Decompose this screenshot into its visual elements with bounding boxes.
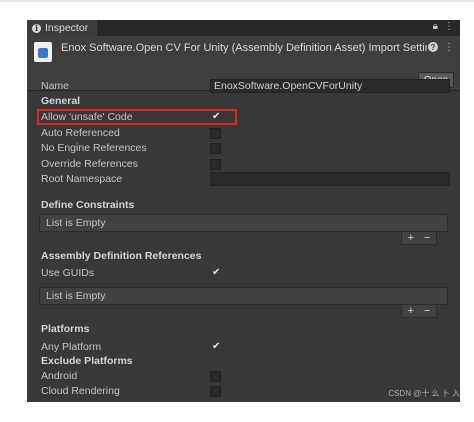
tab-inspector[interactable]: i Inspector <box>27 20 97 36</box>
top-edge <box>0 0 474 2</box>
name-label: Name <box>41 80 70 92</box>
no-engine-refs-checkbox[interactable] <box>210 143 221 154</box>
assembly-definition-icon <box>34 42 52 62</box>
exclude-platforms-heading: Exclude Platforms <box>41 355 133 367</box>
use-guids-label: Use GUIDs <box>41 267 95 279</box>
assembly-refs-controls: + − <box>401 305 437 318</box>
remove-icon[interactable]: − <box>424 232 430 244</box>
add-icon[interactable]: + <box>408 305 414 317</box>
define-constraints-list: List is Empty <box>39 214 448 232</box>
override-refs-label: Override References <box>41 158 138 170</box>
add-icon[interactable]: + <box>408 232 414 244</box>
inspector-panel: i Inspector 🔒︎ ⋮ Enox Software.Open CV F… <box>27 20 460 402</box>
cloud-rendering-label: Cloud Rendering <box>41 385 120 397</box>
platforms-heading: Platforms <box>41 323 90 335</box>
info-icon: i <box>32 23 41 33</box>
assembly-refs-heading: Assembly Definition References <box>41 250 202 262</box>
no-engine-refs-label: No Engine References <box>41 142 147 154</box>
any-platform-label: Any Platform <box>41 341 102 353</box>
remove-icon[interactable]: − <box>424 305 430 317</box>
android-checkbox[interactable] <box>210 371 221 382</box>
lock-icon[interactable]: 🔒︎ <box>433 21 438 32</box>
auto-referenced-checkbox[interactable] <box>210 128 221 139</box>
override-refs-checkbox[interactable] <box>210 159 221 170</box>
tab-label: Inspector <box>45 22 89 34</box>
name-field[interactable]: EnoxSoftware.OpenCVForUnity <box>210 79 450 93</box>
highlight-box <box>37 109 237 125</box>
use-guids-checkbox[interactable]: ✔ <box>212 267 220 279</box>
kebab-menu-icon[interactable]: ⋮ <box>444 21 454 32</box>
help-icon[interactable]: ? <box>428 42 438 52</box>
auto-referenced-label: Auto Referenced <box>41 127 120 139</box>
root-namespace-label: Root Namespace <box>41 173 123 185</box>
root-namespace-field[interactable] <box>210 172 450 186</box>
asset-title: Enox Software.Open CV For Unity (Assembl… <box>61 42 427 54</box>
android-label: Android <box>41 370 78 382</box>
any-platform-checkbox[interactable]: ✔ <box>212 341 220 353</box>
header-icons: ? ⋮ <box>428 42 454 53</box>
define-constraints-heading: Define Constraints <box>41 199 135 211</box>
cloud-rendering-checkbox[interactable] <box>210 386 221 397</box>
settings-menu-icon[interactable]: ⋮ <box>444 42 454 53</box>
define-constraints-controls: + − <box>401 232 437 245</box>
watermark: CSDN @十 么 卜 入 <box>388 389 460 398</box>
tab-icons: 🔒︎ ⋮ <box>433 21 454 32</box>
general-heading: General <box>41 95 81 107</box>
tab-bar: i Inspector 🔒︎ ⋮ <box>27 20 460 36</box>
assembly-refs-list: List is Empty <box>39 287 448 305</box>
